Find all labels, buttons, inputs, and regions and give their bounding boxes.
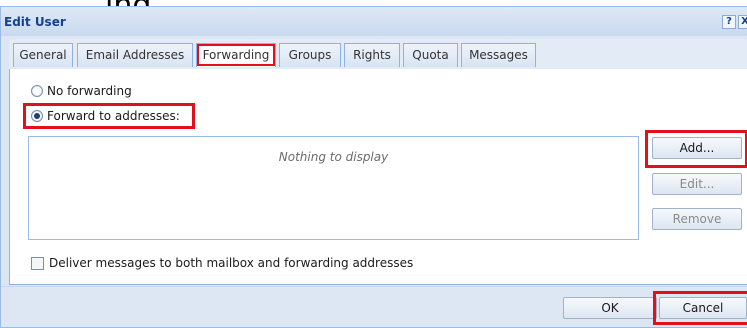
forwarding-address-list[interactable]: Nothing to display — [28, 136, 639, 240]
ok-button[interactable]: OK — [563, 297, 657, 319]
tab-bar: General Email Addresses Forwarding Group… — [9, 39, 747, 70]
tab-label: General — [19, 48, 67, 62]
tab-email-addresses[interactable]: Email Addresses — [77, 43, 193, 67]
forward-to-label: Forward to addresses: — [47, 109, 180, 123]
tab-label: Forwarding — [202, 48, 270, 62]
edit-user-dialog: Edit User ? X General Email Addresses Fo… — [0, 6, 747, 328]
tab-label: Email Addresses — [85, 48, 185, 62]
tab-messages[interactable]: Messages — [461, 43, 536, 67]
tab-general[interactable]: General — [13, 43, 73, 67]
tab-label: Rights — [353, 48, 391, 62]
add-button[interactable]: Add... — [652, 137, 742, 159]
no-forwarding-radio[interactable] — [31, 85, 43, 97]
tab-label: Quota — [412, 48, 449, 62]
footer-divider — [1, 286, 747, 287]
cancel-button[interactable]: Cancel — [659, 297, 747, 319]
dialog-titlebar[interactable]: Edit User ? X — [1, 7, 747, 36]
tab-groups[interactable]: Groups — [279, 43, 341, 67]
remove-button[interactable]: Remove — [652, 208, 742, 230]
forward-to-option[interactable]: Forward to addresses: — [31, 107, 180, 125]
tab-quota[interactable]: Quota — [403, 43, 458, 67]
no-forwarding-label: No forwarding — [47, 84, 132, 98]
deliver-both-label: Deliver messages to both mailbox and for… — [49, 256, 414, 270]
help-icon[interactable]: ? — [722, 15, 736, 29]
forward-to-radio[interactable] — [31, 110, 43, 122]
tab-forwarding[interactable]: Forwarding — [196, 43, 276, 67]
tab-rights[interactable]: Rights — [344, 43, 400, 67]
close-icon[interactable]: X — [738, 15, 747, 29]
tab-label: Groups — [288, 48, 332, 62]
empty-list-message: Nothing to display — [278, 150, 389, 164]
deliver-both-checkbox[interactable] — [31, 257, 44, 270]
dialog-title: Edit User — [4, 15, 66, 29]
tab-label: Messages — [469, 48, 528, 62]
edit-button[interactable]: Edit... — [652, 173, 742, 195]
no-forwarding-option[interactable]: No forwarding — [31, 82, 132, 100]
